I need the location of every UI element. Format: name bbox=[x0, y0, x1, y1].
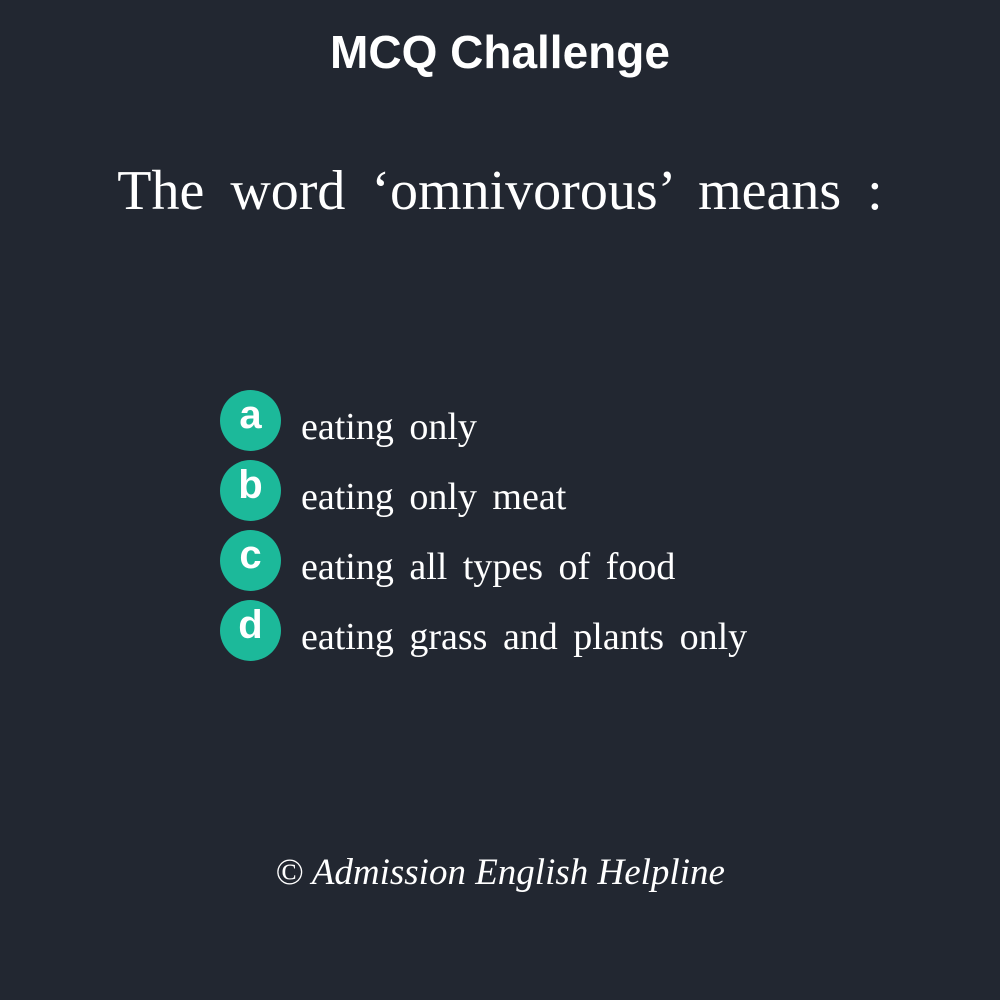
option-text: eating grass and plants only bbox=[301, 616, 748, 658]
option-letter: c bbox=[239, 533, 262, 577]
option-b[interactable]: b eating only meat bbox=[220, 459, 920, 521]
option-d[interactable]: d eating grass and plants only bbox=[220, 599, 920, 661]
copyright-footer: © Admission English Helpline bbox=[275, 852, 725, 893]
options-list: a eating only b eating only meat c eatin… bbox=[220, 389, 920, 670]
option-letter: a bbox=[239, 393, 262, 437]
option-text: eating only bbox=[301, 406, 477, 448]
question-text: The word ‘omnivorous’ means : bbox=[117, 160, 883, 222]
option-badge: d bbox=[220, 599, 281, 661]
option-badge: a bbox=[220, 389, 281, 451]
option-text: eating only meat bbox=[301, 476, 567, 518]
option-letter: d bbox=[238, 603, 263, 647]
option-badge: b bbox=[220, 459, 281, 521]
page-title: MCQ Challenge bbox=[330, 26, 670, 78]
option-text: eating all types of food bbox=[301, 546, 676, 588]
option-letter: b bbox=[238, 463, 263, 507]
mcq-card: MCQ Challenge The word ‘omnivorous’ mean… bbox=[0, 0, 1000, 1000]
option-badge: c bbox=[220, 529, 281, 591]
option-a[interactable]: a eating only bbox=[220, 389, 920, 451]
option-c[interactable]: c eating all types of food bbox=[220, 529, 920, 591]
